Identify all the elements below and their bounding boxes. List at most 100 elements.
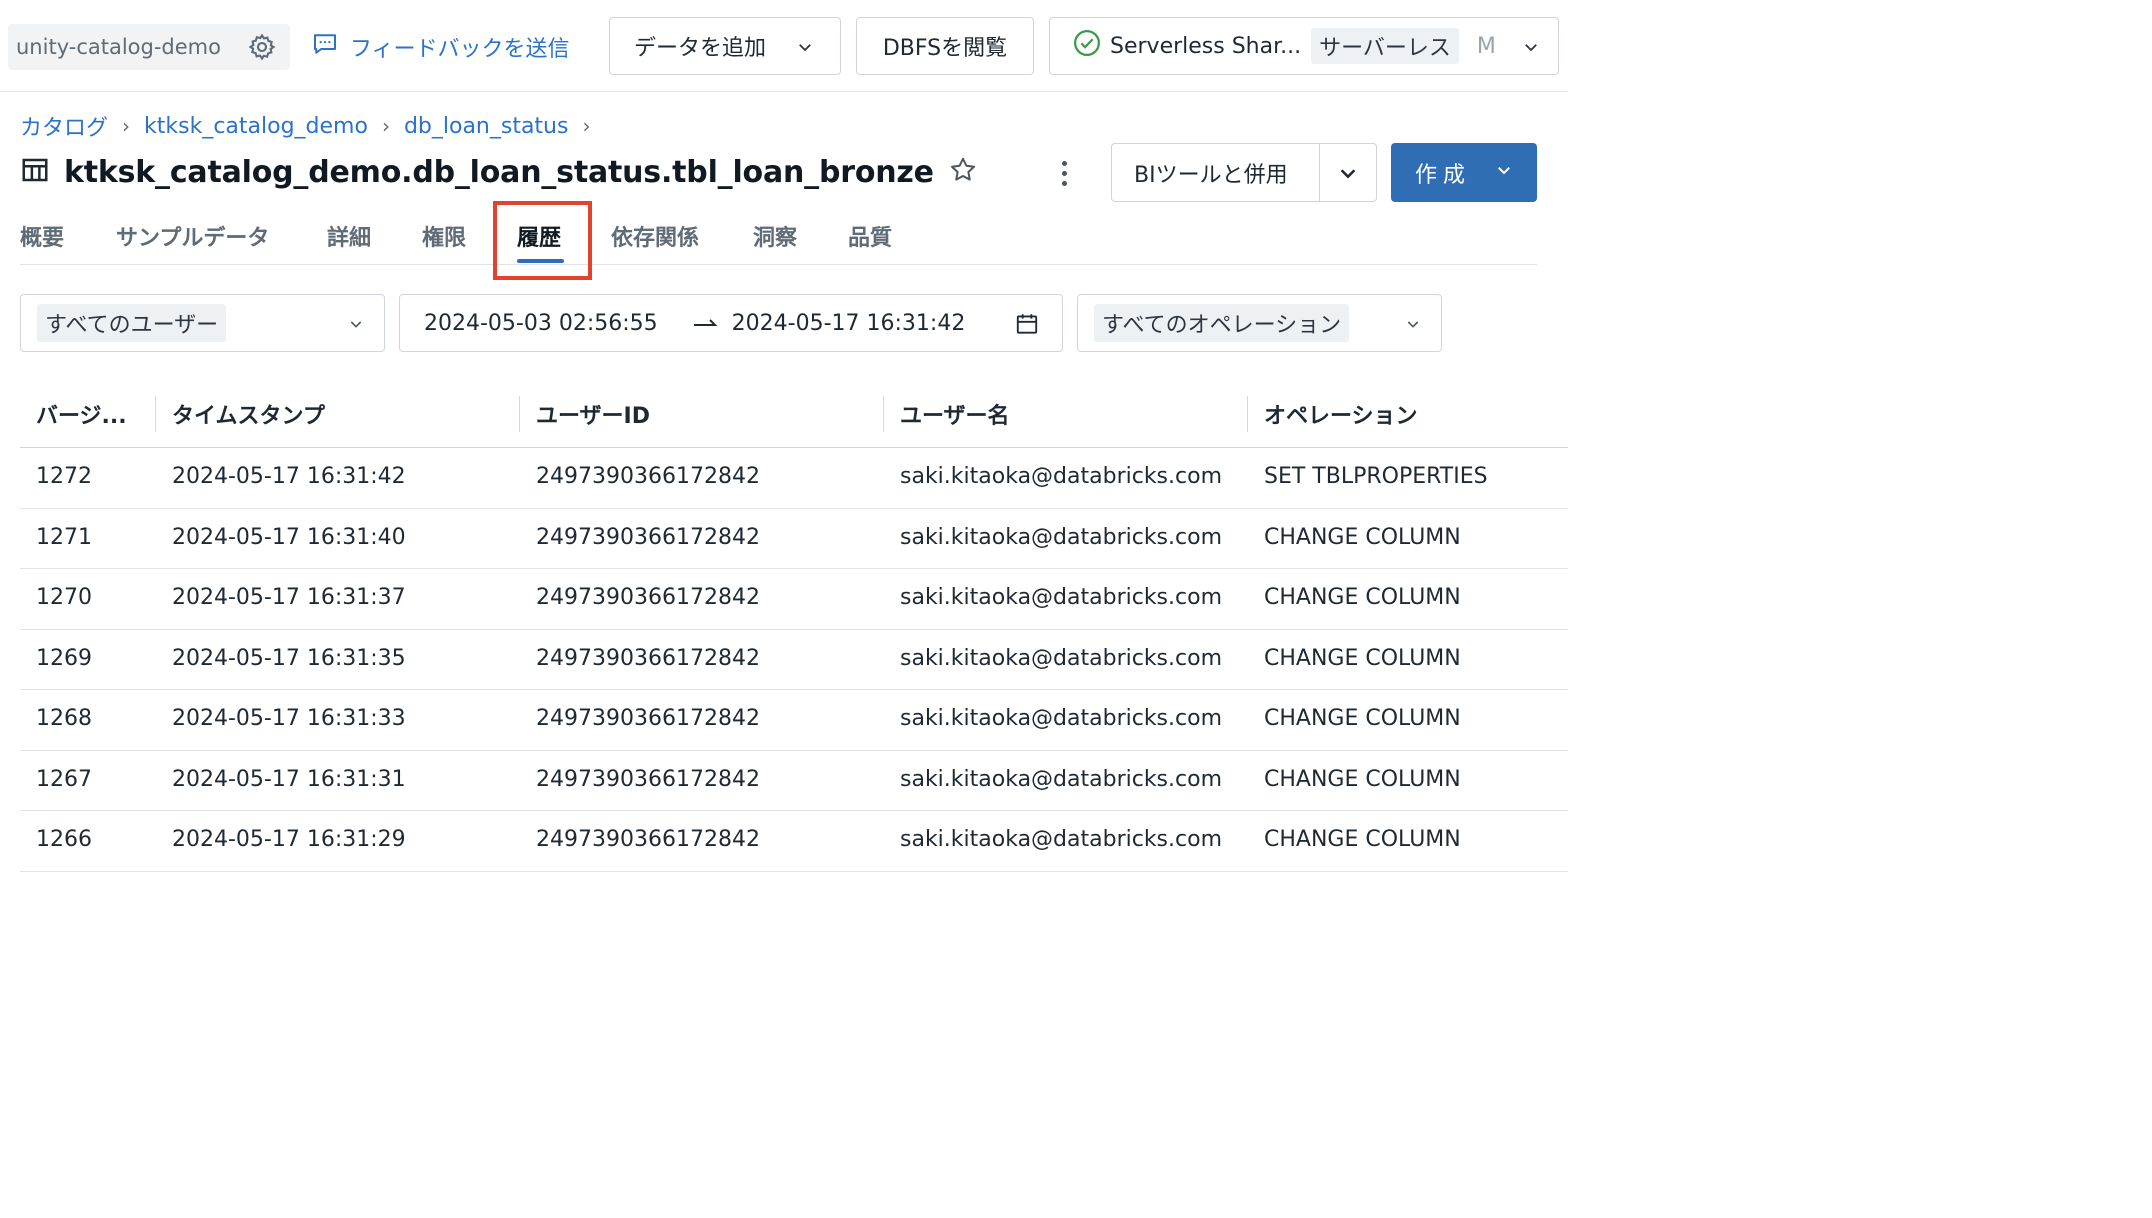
- cell-version: 1266: [36, 827, 92, 852]
- browse-dbfs-button[interactable]: DBFSを閲覧: [856, 17, 1034, 75]
- tab-details[interactable]: 詳細: [327, 220, 371, 252]
- breadcrumb-catalog-name[interactable]: ktksk_catalog_demo: [144, 114, 368, 139]
- cell-user-id: 2497390366172842: [536, 585, 760, 610]
- gear-icon[interactable]: [234, 24, 290, 70]
- cell-user-id: 2497390366172842: [536, 645, 760, 671]
- column-resize-handle[interactable]: [1247, 396, 1248, 432]
- cell-user-name: saki.kitaoka@databricks.com: [900, 706, 1222, 731]
- table-row[interactable]: 1267 2024-05-17 16:31:31 2497390366172842 s…: [20, 751, 1568, 811]
- tab-sample-data[interactable]: サンプルデータ: [116, 220, 269, 252]
- compute-selector[interactable]: Serverless Shar... サーバーレス M: [1049, 17, 1559, 75]
- column-header-timestamp[interactable]: タイムスタンプ: [172, 398, 325, 430]
- table-header: バージ... タイムスタンプ ユーザーID ユーザー名 オペレーション: [20, 384, 1568, 448]
- cell-timestamp: 2024-05-17 16:31:33: [172, 706, 406, 731]
- cell-timestamp: 2024-05-17 16:31:29: [172, 827, 406, 852]
- cell-user-name: saki.kitaoka@databricks.com: [900, 524, 1222, 550]
- cell-operation: CHANGE COLUMN: [1264, 524, 1461, 550]
- cell-operation: SET TBLPROPERTIES: [1264, 464, 1488, 489]
- table-row[interactable]: 1271 2024-05-17 16:31:40 2497390366172842 s…: [20, 509, 1568, 569]
- create-button[interactable]: 作成: [1391, 143, 1537, 202]
- calendar-icon[interactable]: [1014, 311, 1040, 343]
- operation-filter-select[interactable]: すべてのオペレーション: [1077, 294, 1442, 352]
- tab-insights[interactable]: 洞察: [753, 220, 797, 252]
- chevron-down-icon[interactable]: [1320, 162, 1376, 184]
- date-range-picker[interactable]: 2024-05-03 02:56:55 2024-05-17 16:31:42: [399, 294, 1063, 352]
- cell-user-id: 2497390366172842: [536, 827, 760, 852]
- chevron-down-icon: [796, 37, 814, 62]
- chevron-right-icon: ›: [122, 114, 131, 138]
- highlight-box: [493, 201, 592, 280]
- cell-user-name: saki.kitaoka@databricks.com: [900, 766, 1222, 792]
- page-title: ktksk_catalog_demo.db_loan_status.tbl_lo…: [64, 154, 934, 190]
- tab-overview[interactable]: 概要: [20, 220, 64, 252]
- cell-version: 1269: [36, 645, 92, 671]
- cell-version: 1267: [36, 766, 92, 792]
- feedback-link[interactable]: フィードバックを送信: [310, 28, 570, 66]
- workspace-name: unity-catalog-demo: [16, 35, 221, 59]
- tab-bar: 概要 サンプルデータ 詳細 権限 履歴 依存関係 洞察 品質: [20, 214, 1537, 265]
- chevron-right-icon: ›: [582, 114, 591, 138]
- date-from[interactable]: 2024-05-03 02:56:55: [424, 311, 658, 336]
- cell-timestamp: 2024-05-17 16:31:31: [172, 766, 406, 792]
- add-data-label: データを追加: [634, 36, 767, 61]
- cell-version: 1270: [36, 585, 92, 610]
- feedback-label: フィードバックを送信: [350, 37, 570, 62]
- column-resize-handle[interactable]: [883, 396, 884, 432]
- chevron-right-icon: ›: [381, 114, 390, 138]
- cell-user-id: 2497390366172842: [536, 706, 760, 731]
- browse-dbfs-label: DBFSを閲覧: [882, 36, 1008, 61]
- cell-timestamp: 2024-05-17 16:31:37: [172, 585, 406, 610]
- top-bar: unity-catalog-demo フィードバックを送信 データを追加 DBF…: [0, 0, 1568, 92]
- tab-lineage[interactable]: 依存関係: [611, 220, 699, 252]
- star-icon[interactable]: [948, 155, 978, 189]
- tab-quality[interactable]: 品質: [848, 220, 892, 252]
- serverless-badge: サーバーレス: [1311, 28, 1459, 64]
- compute-name: Serverless Shar...: [1110, 33, 1302, 59]
- cell-user-name: saki.kitaoka@databricks.com: [900, 585, 1222, 610]
- compute-size: M: [1476, 33, 1496, 59]
- operation-filter-value: すべてのオペレーション: [1094, 304, 1350, 342]
- table-row[interactable]: 1269 2024-05-17 16:31:35 2497390366172842 s…: [20, 630, 1568, 690]
- check-circle-icon: [1072, 28, 1102, 64]
- column-header-user-name[interactable]: ユーザー名: [900, 398, 1010, 430]
- column-header-user-id[interactable]: ユーザーID: [536, 398, 650, 430]
- user-filter-value: すべてのユーザー: [37, 304, 227, 342]
- arrow-right-icon: [692, 311, 718, 336]
- table-row[interactable]: 1266 2024-05-17 16:31:29 2497390366172842 s…: [20, 811, 1568, 872]
- more-options-icon[interactable]: [1050, 156, 1078, 190]
- table-row[interactable]: 1272 2024-05-17 16:31:42 2497390366172842 s…: [20, 448, 1568, 509]
- chat-bubble-icon: [310, 29, 340, 65]
- chevron-down-icon: [1495, 160, 1513, 185]
- table-body: 1272 2024-05-17 16:31:42 2497390366172842 s…: [20, 448, 1568, 872]
- cell-timestamp: 2024-05-17 16:31:35: [172, 645, 406, 671]
- column-resize-handle[interactable]: [519, 396, 520, 432]
- table-row[interactable]: 1270 2024-05-17 16:31:37 2497390366172842 s…: [20, 569, 1568, 630]
- column-resize-handle[interactable]: [155, 396, 156, 432]
- cell-operation: CHANGE COLUMN: [1264, 827, 1461, 852]
- chevron-down-icon: [1405, 316, 1421, 336]
- cell-user-id: 2497390366172842: [536, 524, 760, 550]
- use-with-bi-tools-button[interactable]: BIツールと併用: [1111, 143, 1377, 202]
- workspace-selector[interactable]: unity-catalog-demo: [8, 24, 290, 70]
- cell-user-id: 2497390366172842: [536, 766, 760, 792]
- cell-user-id: 2497390366172842: [536, 464, 760, 489]
- cell-operation: CHANGE COLUMN: [1264, 645, 1461, 671]
- column-header-operation[interactable]: オペレーション: [1264, 398, 1418, 430]
- table-row[interactable]: 1268 2024-05-17 16:31:33 2497390366172842 s…: [20, 690, 1568, 751]
- date-to[interactable]: 2024-05-17 16:31:42: [732, 311, 966, 336]
- create-label: 作成: [1415, 162, 1472, 188]
- cell-operation: CHANGE COLUMN: [1264, 585, 1461, 610]
- breadcrumb-catalog[interactable]: カタログ: [20, 110, 108, 142]
- tab-permissions[interactable]: 権限: [422, 220, 466, 252]
- cell-version: 1272: [36, 464, 92, 489]
- history-table: バージ... タイムスタンプ ユーザーID ユーザー名 オペレーション 1272…: [20, 384, 1568, 872]
- cell-timestamp: 2024-05-17 16:31:40: [172, 524, 406, 550]
- chevron-down-icon: [1522, 37, 1540, 62]
- table-icon: [20, 155, 50, 189]
- title-row: ktksk_catalog_demo.db_loan_status.tbl_lo…: [20, 150, 978, 194]
- add-data-button[interactable]: データを追加: [609, 17, 841, 75]
- user-filter-select[interactable]: すべてのユーザー: [20, 294, 385, 352]
- cell-version: 1268: [36, 706, 92, 731]
- breadcrumb-schema[interactable]: db_loan_status: [404, 114, 569, 139]
- column-header-version[interactable]: バージ...: [36, 398, 127, 430]
